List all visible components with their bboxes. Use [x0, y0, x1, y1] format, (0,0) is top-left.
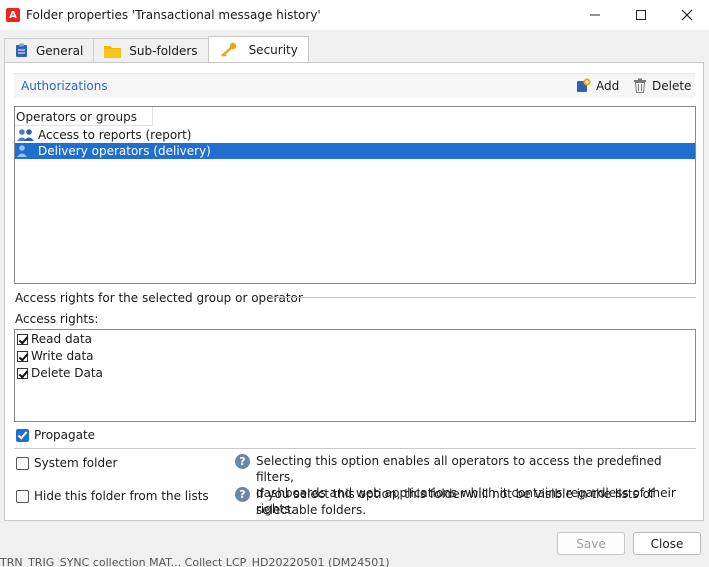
checkbox-checked-icon [16, 428, 29, 442]
checkbox-checked-icon [17, 367, 28, 379]
delete-label: Delete [652, 78, 692, 93]
system-folder-checkbox[interactable]: System folder [16, 456, 117, 470]
maximize-icon [636, 10, 646, 20]
authorizations-title: Authorizations [21, 79, 108, 93]
checkbox-checked-icon [17, 350, 28, 362]
add-button[interactable]: Add [576, 78, 619, 93]
propagate-checkbox[interactable]: Propagate [16, 428, 95, 442]
list-item-label: Delivery operators (delivery) [38, 144, 211, 158]
add-label: Add [596, 78, 620, 93]
operators-list[interactable]: Operators or groups Access to reports (r… [14, 106, 696, 284]
save-button[interactable]: Save [557, 532, 625, 555]
background-window-text: TRN_TRIG_SYNC collection MAT... Collect … [0, 556, 390, 567]
clipboard-icon [15, 43, 28, 58]
hide-folder-help-text: If you select this option, this folder w… [256, 487, 655, 517]
add-icon [576, 78, 591, 93]
write-data-checkbox[interactable]: Write data [17, 348, 94, 364]
close-window-button[interactable] [664, 0, 709, 30]
write-data-label: Write data [31, 349, 94, 363]
group-icon [17, 128, 35, 142]
tab-security[interactable]: Security [207, 36, 309, 62]
divider [271, 297, 696, 298]
list-item-label: Access to reports (report) [38, 128, 192, 142]
list-item[interactable]: Access to reports (report) [15, 127, 695, 143]
delete-data-checkbox[interactable]: Delete Data [17, 365, 103, 381]
help-text-line: Selecting this option enables all operat… [256, 454, 662, 484]
trash-icon [633, 78, 647, 93]
hide-folder-checkbox[interactable]: Hide this folder from the lists [16, 489, 209, 503]
list-item-selected[interactable]: Delivery operators (delivery) [15, 143, 695, 159]
system-folder-label: System folder [34, 456, 118, 470]
hide-folder-label: Hide this folder from the lists [34, 489, 209, 503]
read-data-label: Read data [31, 332, 92, 346]
tab-bar: General Sub-folders Security [4, 36, 309, 63]
tab-general-label: General [36, 43, 84, 58]
tab-sub-folders[interactable]: Sub-folders [93, 38, 209, 62]
divider [14, 448, 696, 449]
close-icon [681, 9, 693, 21]
minimize-button[interactable] [572, 0, 618, 30]
read-data-checkbox[interactable]: Read data [17, 331, 92, 347]
adobe-logo-icon: A [6, 8, 20, 22]
authorizations-toolbar: Authorizations Add Delete [14, 73, 695, 98]
access-rights-section-label: Access rights for the selected group or … [15, 291, 303, 305]
checkbox-checked-icon [17, 333, 28, 345]
title-bar: A Folder properties 'Transactional messa… [0, 0, 709, 30]
delete-button[interactable]: Delete [633, 78, 691, 93]
window-title: Folder properties 'Transactional message… [26, 8, 321, 22]
tab-security-label: Security [248, 42, 298, 57]
folder-icon [104, 44, 122, 58]
checkbox-unchecked-icon [16, 489, 29, 503]
close-button[interactable]: Close [633, 532, 701, 555]
help-icon: ? [235, 487, 250, 502]
access-rights-list: Read data Write data Delete Data [14, 329, 696, 422]
security-panel: Authorizations Add Delete Operators or g… [4, 62, 704, 521]
help-icon: ? [235, 454, 250, 469]
propagate-label: Propagate [34, 428, 96, 442]
checkbox-unchecked-icon [16, 456, 29, 470]
minimize-icon [590, 14, 600, 16]
group-icon [17, 144, 35, 158]
operators-column-header[interactable]: Operators or groups [15, 107, 153, 126]
delete-data-label: Delete Data [31, 366, 103, 380]
key-icon [219, 42, 237, 58]
tab-general[interactable]: General [4, 38, 95, 62]
tab-sub-folders-label: Sub-folders [129, 43, 198, 58]
maximize-button[interactable] [618, 0, 664, 30]
access-rights-label: Access rights: [15, 312, 99, 326]
